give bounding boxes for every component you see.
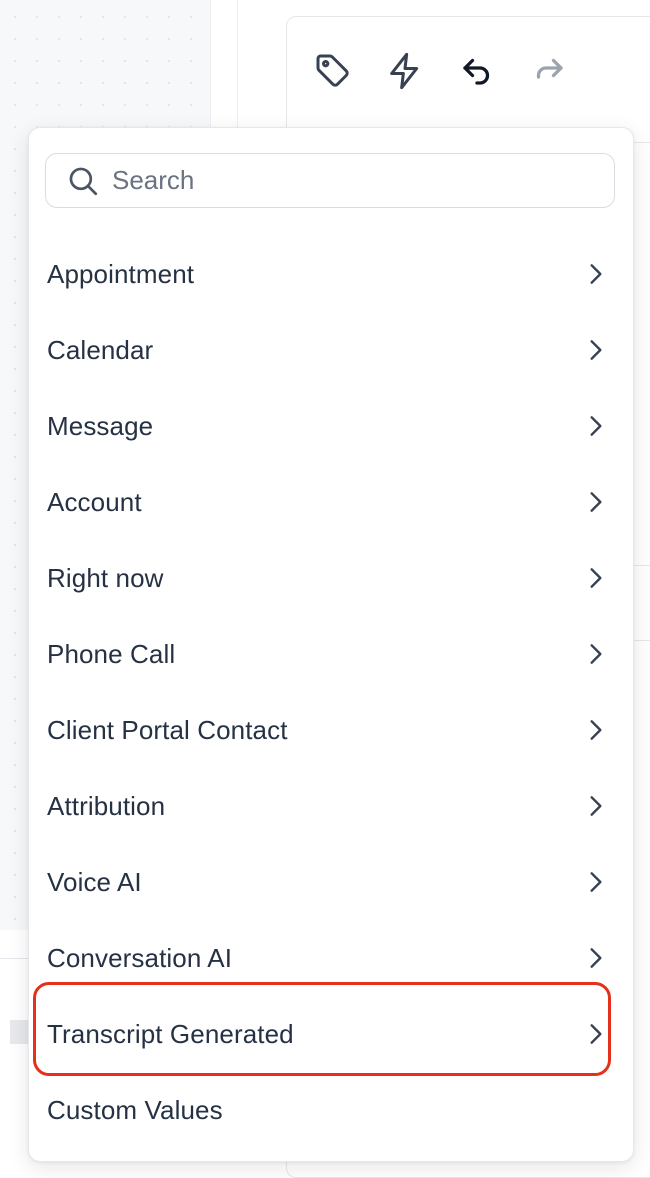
menu-item-appointment[interactable]: Appointment [29,236,633,312]
lightning-icon [390,52,419,90]
menu-item-label: Voice AI [47,866,142,897]
menu-item-custom-values[interactable]: Custom Values [29,1072,633,1148]
menu-item-label: Message [47,410,154,441]
menu-item-phone-call[interactable]: Phone Call [29,616,633,692]
action-button[interactable] [382,48,428,94]
editor-divider [632,142,650,143]
chevron-right-icon [583,717,609,743]
menu-item-conversation-ai[interactable]: Conversation AI [29,920,633,996]
search-icon [66,164,100,198]
menu-item-label: Transcript Generated [47,1018,294,1049]
editor-divider [632,640,650,641]
redo-icon [536,58,563,79]
menu-item-label: Conversation AI [47,942,233,973]
search-input[interactable] [112,165,614,196]
menu-item-message[interactable]: Message [29,388,633,464]
chevron-right-icon [583,1021,609,1047]
search-box[interactable] [45,153,615,208]
menu-item-label: Custom Values [47,1094,223,1125]
chevron-right-icon [583,337,609,363]
menu-item-label: Right now [47,562,164,593]
undo-button[interactable] [454,48,500,94]
menu-item-label: Client Portal Contact [47,714,288,745]
menu-item-client-portal-contact[interactable]: Client Portal Contact [29,692,633,768]
chevron-right-icon [583,489,609,515]
chevron-right-icon [583,641,609,667]
tag-icon [316,54,349,87]
chevron-right-icon [583,413,609,439]
menu-item-attribution[interactable]: Attribution [29,768,633,844]
menu-item-label: Appointment [47,258,195,289]
editor-divider [632,565,650,566]
chevron-right-icon [583,793,609,819]
menu-item-voice-ai[interactable]: Voice AI [29,844,633,920]
chevron-right-icon [583,565,609,591]
editor-toolbar [286,16,650,126]
menu-item-label: Phone Call [47,638,176,669]
menu-item-calendar[interactable]: Calendar [29,312,633,388]
menu-item-transcript-generated[interactable]: Transcript Generated [29,996,633,1072]
menu-item-label: Attribution [47,790,166,821]
tag-button[interactable] [310,48,356,94]
menu-item-label: Calendar [47,334,154,365]
menu-item-account[interactable]: Account [29,464,633,540]
menu-item-label: Account [47,486,142,517]
undo-icon [463,58,490,85]
chevron-right-icon [583,261,609,287]
menu-item-right-now[interactable]: Right now [29,540,633,616]
custom-values-dropdown: Appointment Calendar Message Account Rig… [28,127,634,1162]
redo-button[interactable] [526,48,572,94]
canvas-node-fragment [10,1020,28,1044]
menu-list: Appointment Calendar Message Account Rig… [29,236,633,1148]
chevron-right-icon [583,869,609,895]
chevron-right-icon [583,945,609,971]
